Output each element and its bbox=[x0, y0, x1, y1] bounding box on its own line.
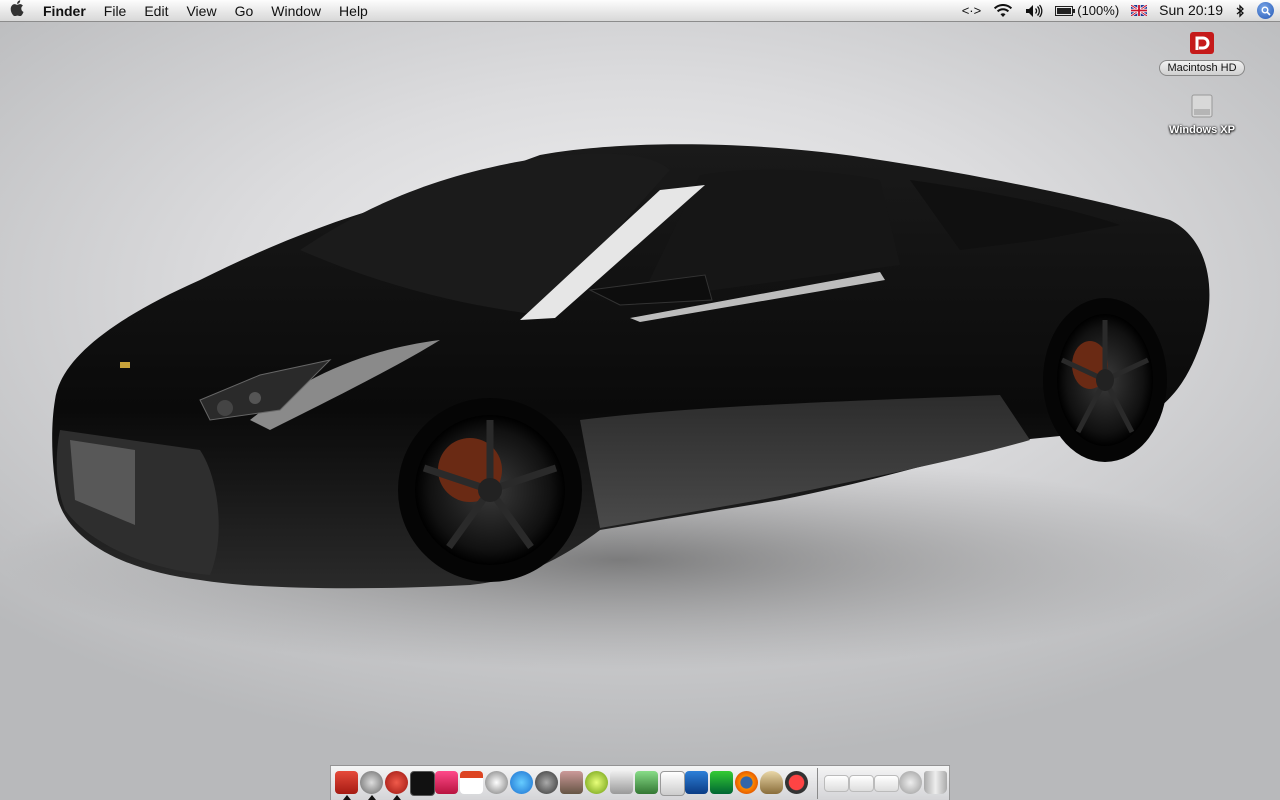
stack-folder-icon[interactable] bbox=[824, 775, 849, 792]
hard-drive-icon bbox=[1189, 92, 1215, 120]
menu-window[interactable]: Window bbox=[262, 0, 330, 22]
battery-status[interactable]: (100%) bbox=[1049, 0, 1125, 21]
menu-app-finder[interactable]: Finder bbox=[34, 0, 95, 22]
desktop-icon-label: Windows XP bbox=[1169, 124, 1235, 136]
ichat-icon[interactable] bbox=[785, 771, 808, 794]
dock bbox=[330, 765, 950, 800]
dock-separator bbox=[817, 768, 818, 799]
running-indicator bbox=[368, 795, 376, 800]
menu-go[interactable]: Go bbox=[226, 0, 263, 22]
stack-folder-icon[interactable] bbox=[849, 775, 874, 792]
battery-icon bbox=[1055, 5, 1076, 16]
textedit-icon[interactable] bbox=[660, 771, 685, 796]
battery-percent: (100%) bbox=[1077, 3, 1120, 18]
apple-icon[interactable] bbox=[0, 0, 34, 21]
menu-view[interactable]: View bbox=[177, 0, 225, 22]
sync-icon[interactable] bbox=[485, 771, 508, 794]
stack-folder-icon[interactable] bbox=[874, 775, 899, 792]
menu-extras: <·> (100%) Sun 20:19 bbox=[956, 0, 1280, 21]
finder-icon[interactable] bbox=[335, 771, 358, 794]
ical-icon[interactable] bbox=[460, 771, 483, 794]
hard-drive-icon bbox=[1187, 28, 1217, 58]
tennis-ball-icon[interactable] bbox=[585, 771, 608, 794]
safari-icon[interactable] bbox=[385, 771, 408, 794]
desktop-icon-windows-xp[interactable]: Windows XP bbox=[1147, 92, 1257, 138]
photo-booth-icon[interactable] bbox=[435, 771, 458, 794]
menu-help[interactable]: Help bbox=[330, 0, 377, 22]
desktop-icon-label: Macintosh HD bbox=[1159, 60, 1245, 76]
gimp-icon[interactable] bbox=[760, 771, 783, 794]
car-wallpaper bbox=[0, 144, 1240, 670]
terminal-icon[interactable] bbox=[410, 771, 435, 796]
preview-icon[interactable] bbox=[610, 771, 633, 794]
menu-edit[interactable]: Edit bbox=[135, 0, 177, 22]
bluetooth-icon[interactable] bbox=[1229, 3, 1251, 18]
firefox-icon[interactable] bbox=[735, 771, 758, 794]
network-utility-icon[interactable] bbox=[899, 771, 922, 794]
quicktime-icon[interactable] bbox=[510, 771, 533, 794]
dashboard-icon[interactable] bbox=[535, 771, 558, 794]
trash-icon[interactable] bbox=[924, 771, 947, 794]
iphoto-icon[interactable] bbox=[560, 771, 583, 794]
volume-icon[interactable] bbox=[1019, 4, 1049, 18]
script-editor-icon[interactable] bbox=[635, 771, 658, 794]
spotlight-icon[interactable] bbox=[1251, 2, 1280, 19]
script-menu-icon[interactable]: <·> bbox=[956, 0, 988, 21]
desktop[interactable]: Macintosh HD Windows XP bbox=[0, 22, 1280, 800]
itunes-icon[interactable] bbox=[360, 771, 383, 794]
desktop-icon-macintosh-hd[interactable]: Macintosh HD bbox=[1147, 28, 1257, 76]
menu-bar: Finder File Edit View Go Window Help <·>… bbox=[0, 0, 1280, 22]
excel-icon[interactable] bbox=[710, 771, 733, 794]
running-indicator bbox=[343, 795, 351, 800]
menu-file[interactable]: File bbox=[95, 0, 136, 22]
word-icon[interactable] bbox=[685, 771, 708, 794]
running-indicator bbox=[393, 795, 401, 800]
wifi-icon[interactable] bbox=[987, 3, 1019, 18]
uk-flag-icon[interactable] bbox=[1125, 5, 1153, 16]
menu-clock[interactable]: Sun 20:19 bbox=[1153, 0, 1229, 21]
